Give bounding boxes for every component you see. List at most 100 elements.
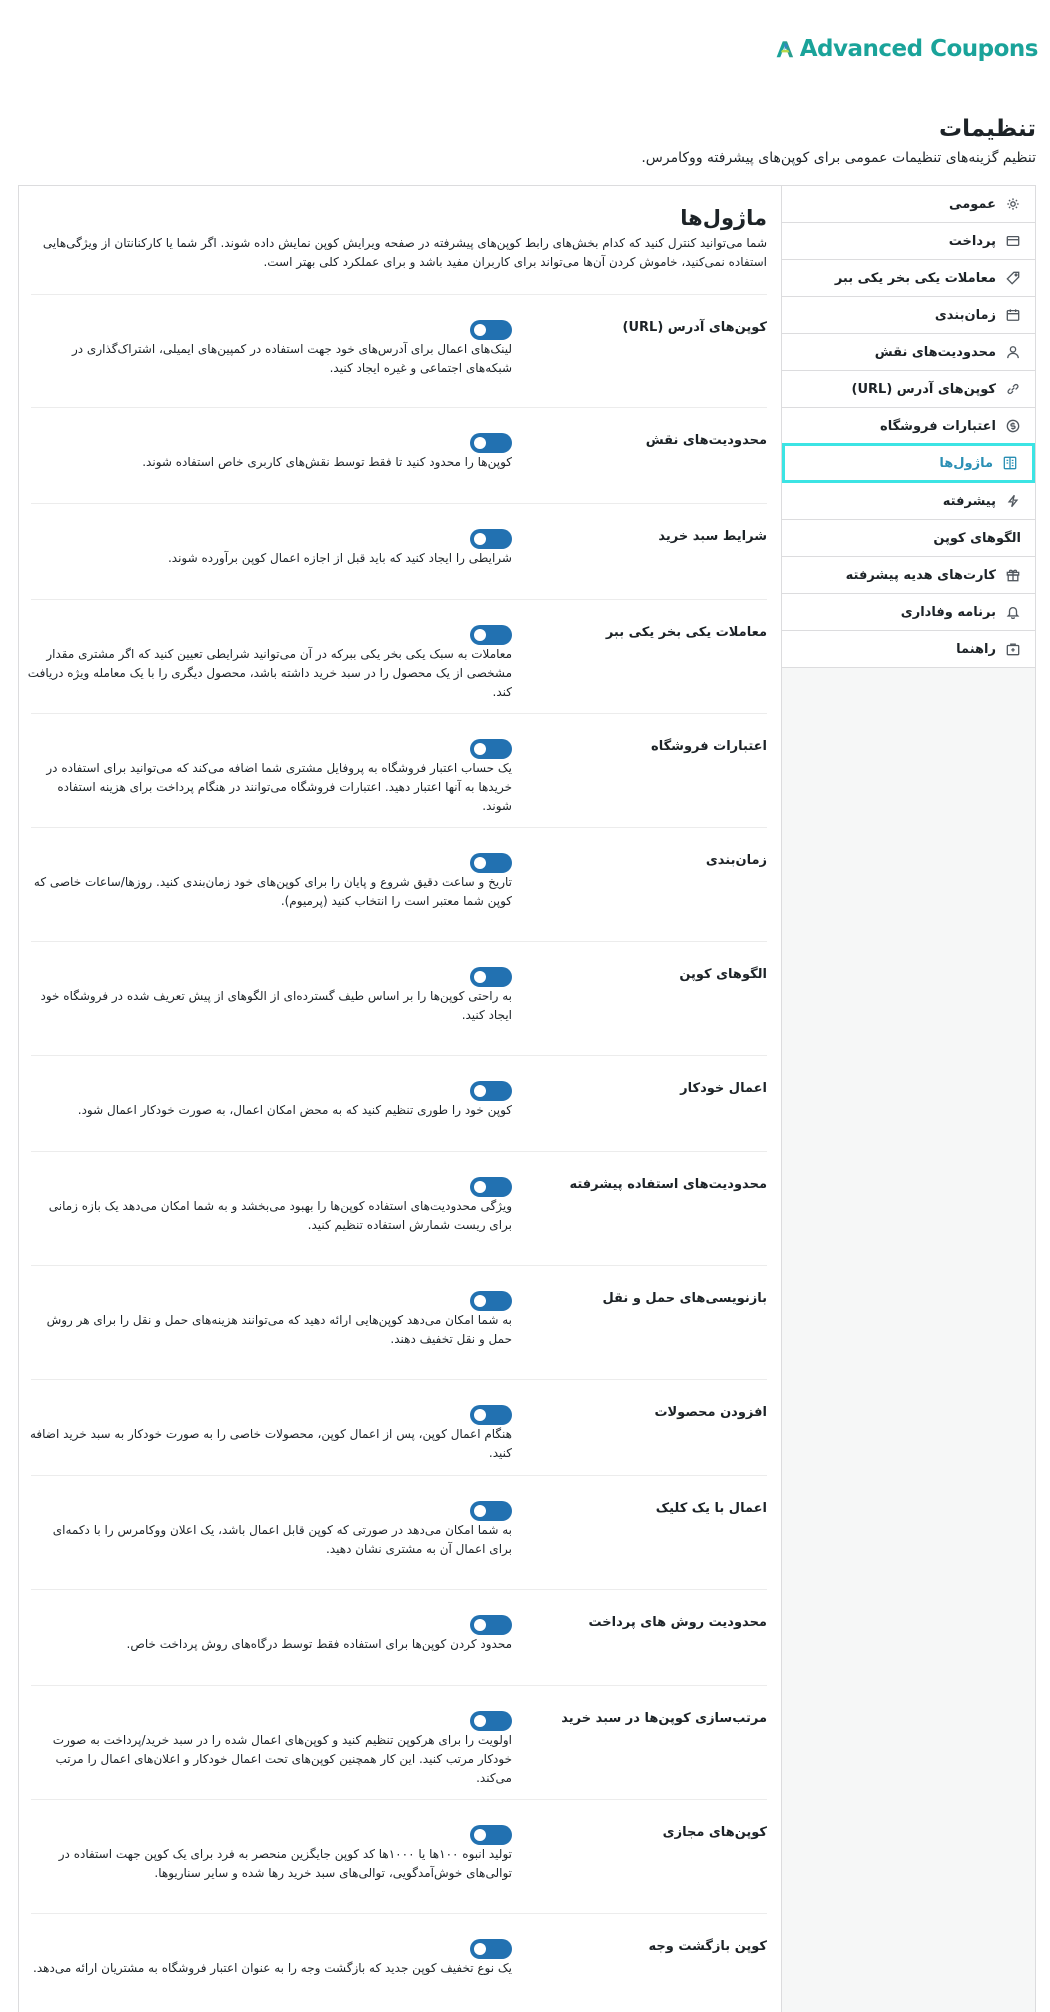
module-toggle[interactable] [470,1081,512,1101]
sidebar-item-label: پرداخت [948,233,996,249]
modules-list: کوپن‌های آدرس (URL) لینک‌های اعمال برای … [28,294,767,2009]
module-label: محدودیت‌های استفاده پیشرفته [569,1177,767,1192]
module-toggle[interactable] [470,1825,512,1845]
sidebar-item-help[interactable]: راهنما [782,631,1035,668]
calendar-icon [1005,307,1021,323]
sidebar-item-label: کارت‌های هدیه پیشرفته [845,567,996,583]
settings-sidebar: عمومی پرداخت معاملات یکی بخر یکی ببر زما… [781,186,1035,2012]
sidebar-item-store-credits[interactable]: اعتبارات فروشگاه [782,408,1035,445]
module-label: بازنویسی‌های حمل و نقل [602,1291,767,1306]
module-description: یک نوع تخفیف کوپن جدید که بازگشت وجه را … [33,1961,512,1975]
sidebar-item-scheduler[interactable]: زمان‌بندی [782,297,1035,334]
modules-section: ماژول‌ها شما می‌توانید کنترل کنید که کدا… [17,186,781,2012]
link-icon [1005,381,1021,397]
module-toggle[interactable] [470,1711,512,1731]
module-row-auto-apply: اعمال خودکار کوپن خود را طوری تنظیم کنید… [31,1055,767,1151]
module-description: تاریخ و ساعت دقیق شروع و پایان را برای ک… [33,875,512,908]
sidebar-item-coupon-templates[interactable]: الگوهای کوپن [782,520,1035,557]
module-toggle[interactable] [470,1405,512,1425]
module-toggle[interactable] [470,1177,512,1197]
module-description: هنگام اعمال کوپن، پس از اعمال کوپن، محصو… [29,1427,512,1460]
page-description: تنظیم گزینه‌های تنظیمات عمومی برای کوپن‌… [641,150,1036,166]
module-description: به شما امکان می‌دهد کوپن‌هایی ارائه دهید… [46,1313,512,1346]
module-label: مرتب‌سازی کوپن‌ها در سبد خرید [561,1711,767,1726]
module-toggle[interactable] [470,433,512,453]
sidebar-item-modules[interactable]: ماژول‌ها [782,443,1035,483]
sidebar-item-loyalty-program[interactable]: برنامه وفاداری [782,594,1035,631]
module-toggle[interactable] [470,967,512,987]
module-toggle[interactable] [470,1291,512,1311]
module-label: معاملات یکی بخر یکی ببر [605,625,767,640]
sidebar-item-label: معاملات یکی بخر یکی ببر [834,270,996,286]
module-description: یک حساب اعتبار فروشگاه به پروفایل مشتری … [46,761,512,813]
module-row-role-restrictions: محدودیت‌های نقش کوپن‌ها را محدود کنید تا… [31,407,767,503]
sidebar-item-general[interactable]: عمومی [782,186,1035,223]
sidebar-item-advanced[interactable]: پیشرفته [782,483,1035,520]
help-icon [1005,641,1021,657]
sidebar-item-role-restrictions[interactable]: محدودیت‌های نقش [782,334,1035,371]
sidebar-item-bogo[interactable]: معاملات یکی بخر یکی ببر [782,260,1035,297]
page-title: تنظیمات [939,116,1036,142]
gift-icon [1005,567,1021,583]
module-row-store-credits: اعتبارات فروشگاه یک حساب اعتبار فروشگاه … [31,713,767,827]
sidebar-item-label: اعتبارات فروشگاه [880,418,996,434]
sidebar-item-checkout[interactable]: پرداخت [782,223,1035,260]
sidebar-item-gift-cards[interactable]: کارت‌های هدیه پیشرفته [782,557,1035,594]
module-toggle[interactable] [470,1615,512,1635]
sidebar-item-url-coupons[interactable]: کوپن‌های آدرس (URL) [782,371,1035,408]
sidebar-item-label: راهنما [956,641,996,657]
module-row-coupon-templates: الگوهای کوپن به راحتی کوپن‌ها را بر اساس… [31,941,767,1055]
module-description: ویژگی محدودیت‌های استفاده کوپن‌ها را بهب… [48,1199,512,1232]
module-toggle[interactable] [470,625,512,645]
module-label: اعمال خودکار [680,1081,767,1096]
module-row-sort-coupons: مرتب‌سازی کوپن‌ها در سبد خرید اولویت را … [31,1685,767,1799]
module-label: الگوهای کوپن [679,967,767,982]
module-label: محدودیت روش های پرداخت [588,1615,767,1630]
module-toggle[interactable] [470,320,512,340]
module-row-cashback-coupon: کوپن بازگشت وجه یک نوع تخفیف کوپن جدید ک… [31,1913,767,2009]
module-row-shipping-overrides: بازنویسی‌های حمل و نقل به شما امکان می‌د… [31,1265,767,1379]
brand-logo[interactable]: Advanced Coupons [776,22,1039,76]
module-description: تولید انبوه ۱۰۰ها یا ۱۰۰۰ها کد کوپن جایگ… [58,1847,512,1880]
module-row-one-click-apply: اعمال با یک کلیک به شما امکان می‌دهد در … [31,1475,767,1589]
module-toggle[interactable] [470,853,512,873]
module-row-url-coupons: کوپن‌های آدرس (URL) لینک‌های اعمال برای … [31,294,767,407]
module-row-advanced-usage-limits: محدودیت‌های استفاده پیشرفته ویژگی محدودی… [31,1151,767,1265]
sidebar-item-label: کوپن‌های آدرس (URL) [851,381,996,397]
settings-panel: عمومی پرداخت معاملات یکی بخر یکی ببر زما… [18,185,1036,2012]
module-label: شرایط سبد خرید [658,529,767,544]
module-toggle[interactable] [470,739,512,759]
module-row-add-products: افزودن محصولات هنگام اعمال کوپن، پس از ا… [30,1379,767,1475]
module-label: کوپن‌های آدرس (URL) [622,320,767,335]
module-row-cart-conditions: شرایط سبد خرید شرایطی را ایجاد کنید که ب… [31,503,767,599]
module-toggle[interactable] [470,1501,512,1521]
module-description: اولویت را برای هرکوپن تنظیم کنید و کوپن‌… [52,1733,512,1785]
module-row-bogo: معاملات یکی بخر یکی ببر معاملات به سبک ی… [28,599,767,713]
module-row-virtual-coupons: کوپن‌های مجازی تولید انبوه ۱۰۰ها یا ۱۰۰۰… [31,1799,767,1913]
module-label: کوپن بازگشت وجه [648,1939,767,1954]
tag-icon [1005,270,1021,286]
sidebar-item-label: محدودیت‌های نقش [874,344,996,360]
module-toggle[interactable] [470,1939,512,1959]
brand-name: Advanced Coupons [799,36,1039,62]
sidebar-item-label: ماژول‌ها [939,455,993,471]
module-description: شرایطی را ایجاد کنید که باید قبل از اجاز… [167,551,512,565]
module-label: زمان‌بندی [705,853,767,868]
module-label: افزودن محصولات [654,1405,767,1420]
module-row-scheduler: زمان‌بندی تاریخ و ساعت دقیق شروع و پایان… [31,827,767,941]
module-description: محدود کردن کوپن‌ها برای استفاده فقط توسط… [126,1637,513,1651]
section-description: شما می‌توانید کنترل کنید که کدام بخش‌های… [42,236,767,269]
logo-icon [776,41,794,58]
sidebar-item-label: برنامه وفاداری [900,604,996,620]
sidebar-item-label: عمومی [949,196,996,212]
module-label: کوپن‌های مجازی [662,1825,767,1840]
module-label: محدودیت‌های نقش [645,433,767,448]
module-toggle[interactable] [470,529,512,549]
card-icon [1005,233,1021,249]
modules-icon [1002,455,1018,471]
module-description: لینک‌های اعمال برای آدرس‌های خود جهت است… [71,342,512,375]
module-description: به راحتی کوپن‌ها را بر اساس طیف گسترده‌ا… [40,989,512,1022]
module-description: به شما امکان می‌دهد در صورتی که کوپن قاب… [52,1523,512,1556]
module-label: اعمال با یک کلیک [655,1501,767,1516]
gear-icon [1005,196,1021,212]
